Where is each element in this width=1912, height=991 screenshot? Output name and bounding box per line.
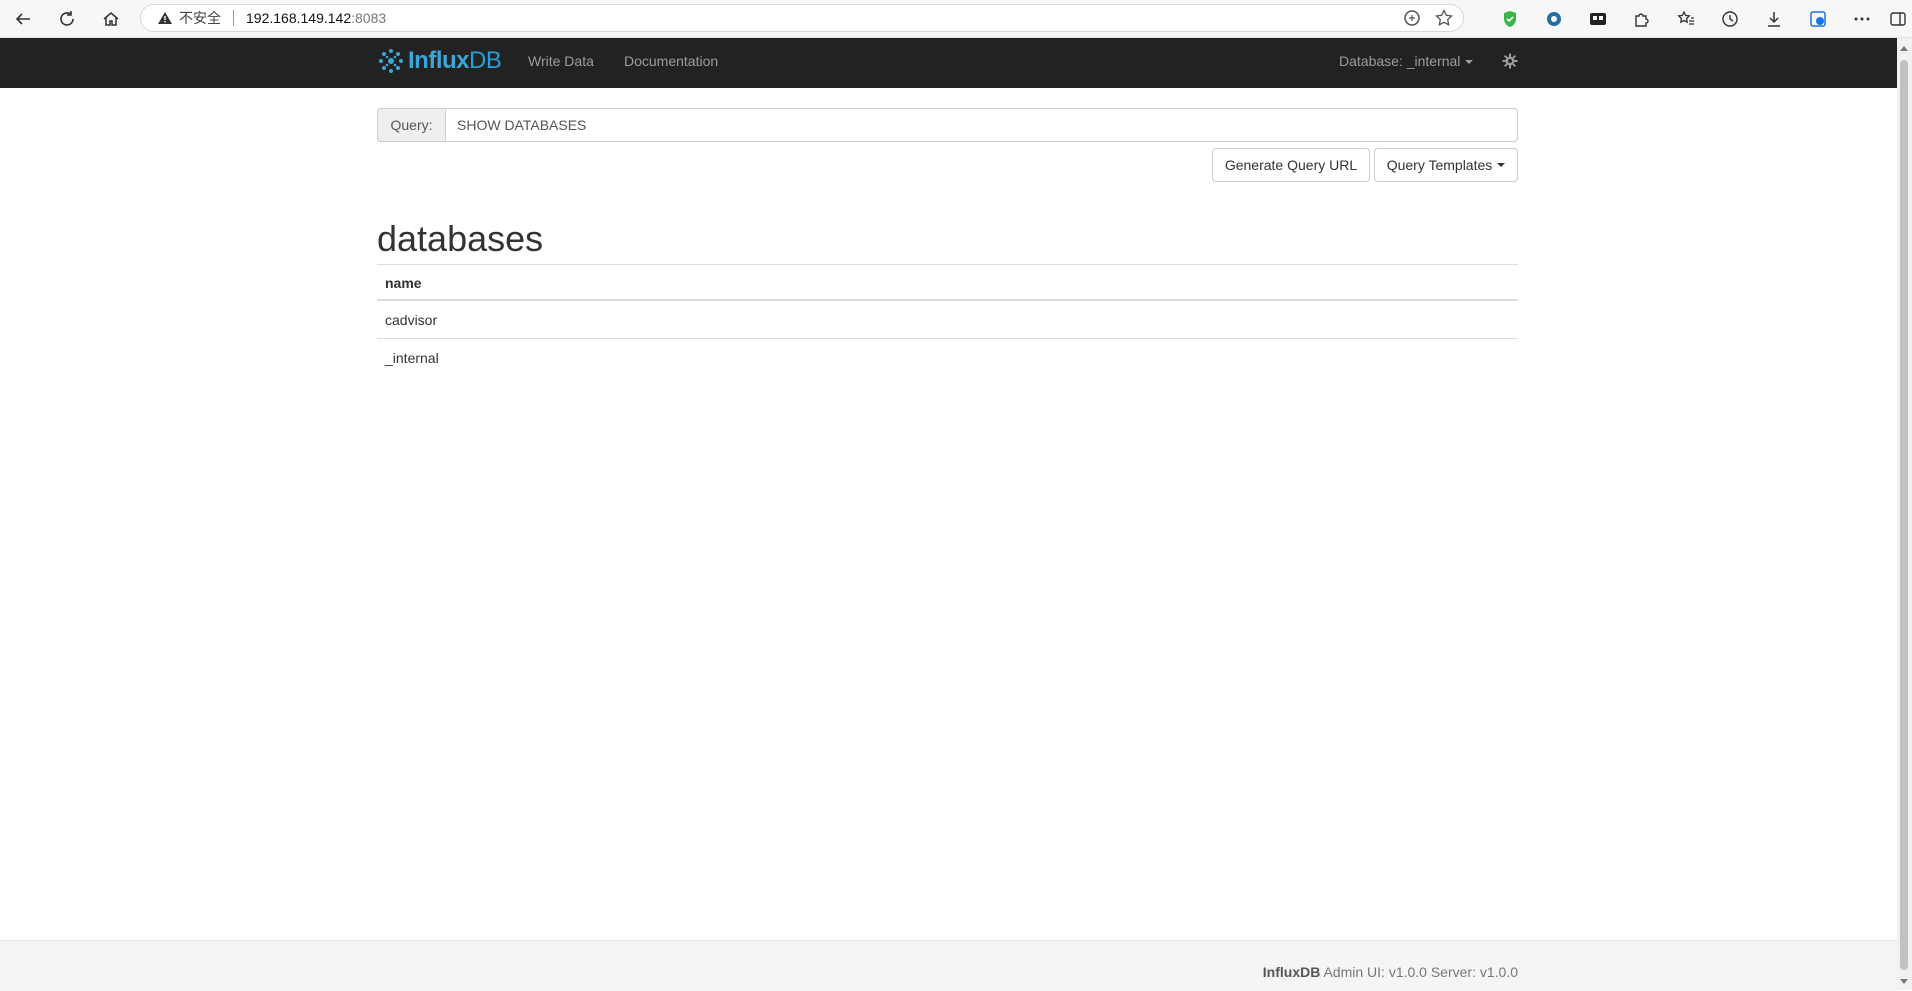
- table-cell: _internal: [385, 350, 439, 366]
- nav-documentation[interactable]: Documentation: [624, 53, 718, 69]
- footer-versions: Admin UI: v1.0.0 Server: v1.0.0: [1320, 964, 1518, 980]
- browser-toolbar: 不安全 192.168.149.142 :8083: [0, 0, 1912, 38]
- nav-write-data[interactable]: Write Data: [528, 53, 594, 69]
- brand-influx: Influx: [408, 47, 470, 74]
- query-label: Query:: [377, 108, 445, 142]
- reader-extension-icon[interactable]: [1576, 6, 1620, 32]
- favorite-star-icon[interactable]: [1435, 8, 1453, 32]
- database-select[interactable]: Database: _internal: [1339, 53, 1474, 69]
- caret-down-icon: [1465, 60, 1474, 65]
- database-label: Database: _internal: [1339, 53, 1461, 69]
- query-templates-label: Query Templates: [1386, 157, 1493, 173]
- influxdb-cube-icon: [379, 49, 403, 73]
- insecure-label: 不安全: [179, 10, 221, 26]
- caret-down-icon: [1497, 163, 1506, 167]
- query-input[interactable]: [445, 108, 1518, 142]
- home-icon[interactable]: [98, 6, 124, 32]
- result-table: name cadvisor _internal: [377, 264, 1518, 376]
- page-footer: InfluxDB Admin UI: v1.0.0 Server: v1.0.0: [0, 940, 1897, 991]
- footer-version-text: InfluxDB Admin UI: v1.0.0 Server: v1.0.0: [1263, 964, 1518, 980]
- table-row: cadvisor: [377, 300, 1518, 339]
- read-aloud-icon[interactable]: [1403, 9, 1421, 32]
- history-icon[interactable]: [1708, 6, 1752, 32]
- result-series-title: databases: [377, 218, 544, 259]
- favorites-icon[interactable]: [1664, 6, 1708, 32]
- gear-extension-icon[interactable]: [1532, 6, 1576, 32]
- footer-brand: InfluxDB: [1262, 964, 1321, 980]
- download-icon[interactable]: [1752, 6, 1796, 32]
- influxdb-logo[interactable]: InfluxDB: [377, 47, 502, 75]
- brand-name: InfluxDB: [408, 47, 502, 75]
- shield-extension-icon[interactable]: [1488, 6, 1532, 32]
- generate-query-url-button[interactable]: Generate Query URL: [1212, 148, 1370, 182]
- settings-gear-icon[interactable]: [1502, 53, 1518, 74]
- query-templates-button[interactable]: Query Templates: [1374, 148, 1518, 182]
- address-separator: [233, 10, 234, 26]
- sidebar-toggle-icon[interactable]: [1884, 6, 1912, 32]
- refresh-icon[interactable]: [54, 6, 80, 32]
- url-port: :8083: [351, 10, 387, 26]
- column-header-name: name: [377, 264, 1518, 301]
- scroll-thumb[interactable]: [1900, 60, 1908, 970]
- back-icon[interactable]: [10, 6, 36, 32]
- scroll-up-icon[interactable]: [1900, 46, 1908, 51]
- warning-icon[interactable]: [157, 11, 173, 25]
- app-navbar: InfluxDB Write Data Documentation Databa…: [0, 38, 1897, 88]
- edge-collections-icon[interactable]: [1796, 6, 1840, 32]
- address-bar[interactable]: 不安全 192.168.149.142 :8083: [140, 4, 1464, 32]
- table-cell: cadvisor: [377, 300, 1518, 339]
- query-input-group: Query:: [377, 108, 1518, 142]
- scroll-down-icon[interactable]: [1900, 979, 1908, 984]
- table-header-row: name: [377, 264, 1518, 301]
- more-menu-icon[interactable]: [1840, 6, 1884, 32]
- brand-db: DB: [469, 47, 502, 74]
- page-scrollbar[interactable]: [1897, 38, 1912, 990]
- table-row: _internal: [377, 339, 1518, 377]
- extensions-puzzle-icon[interactable]: [1620, 6, 1664, 32]
- url-host: 192.168.149.142: [246, 10, 352, 26]
